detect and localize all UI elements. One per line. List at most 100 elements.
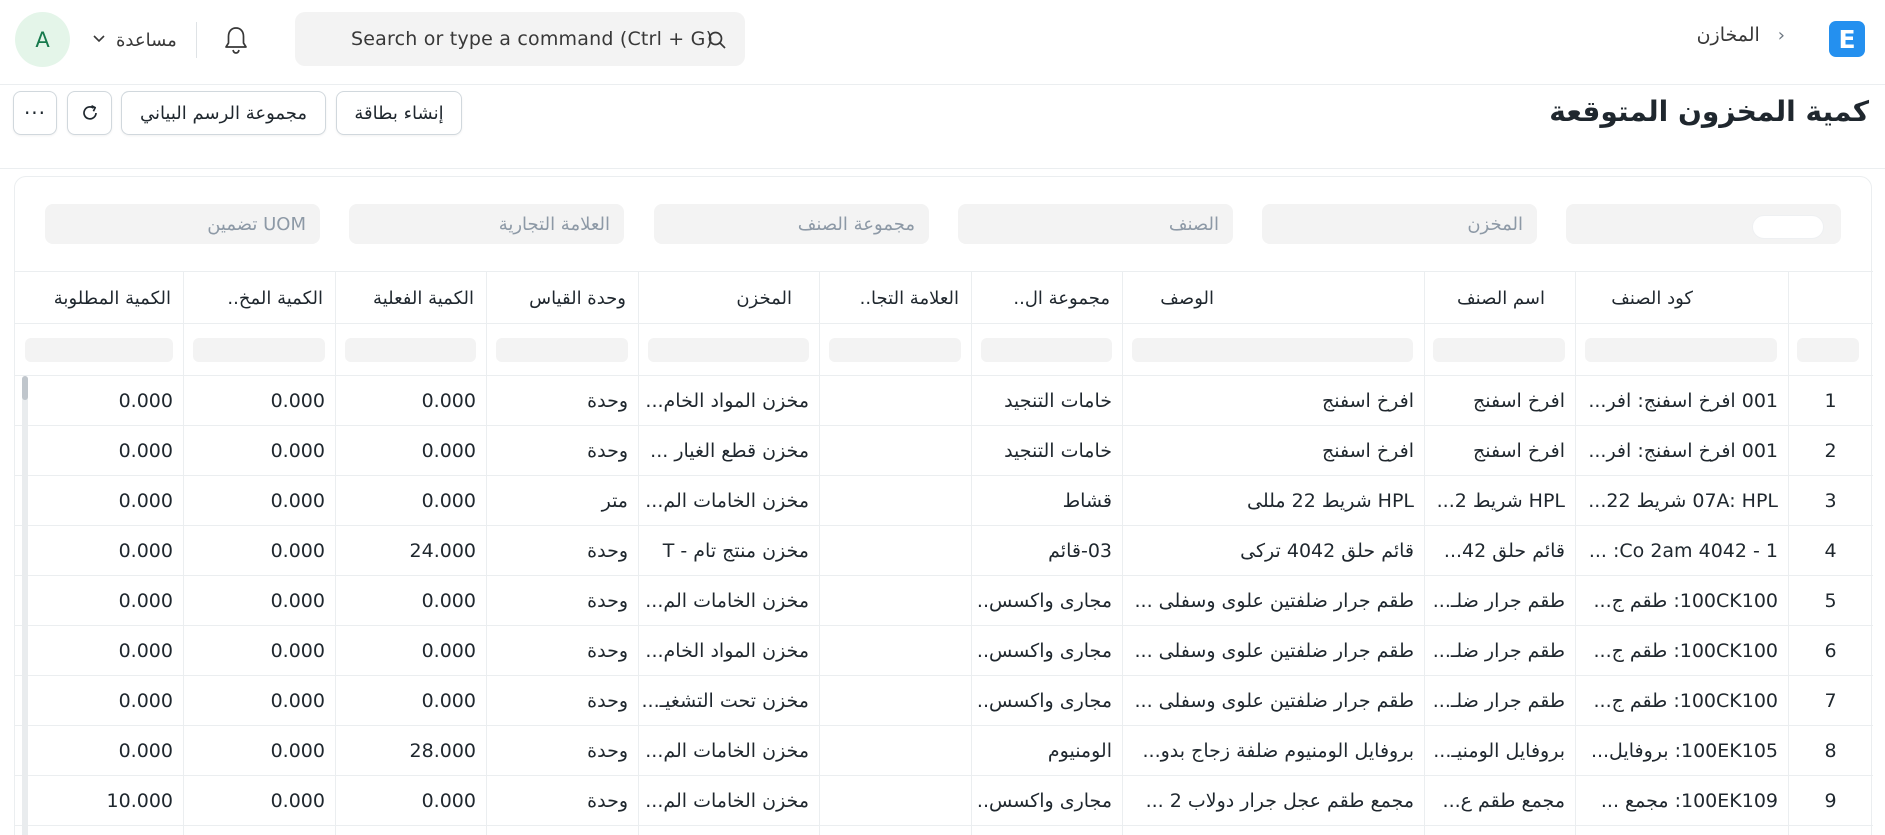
brand-filter[interactable]: العلامة التجارية — [349, 204, 624, 244]
cell-uom[interactable]: وحدة — [486, 676, 638, 726]
cell-uom[interactable]: وحدة — [486, 426, 638, 476]
cell-idx[interactable]: 7 — [1788, 676, 1873, 726]
column-header-actual-qty[interactable]: الكمية الفعلية — [335, 272, 486, 324]
cell-item-name[interactable]: HPL شريط 2... — [1424, 476, 1575, 526]
cell-item-name[interactable]: مجمع طقم ع... — [1424, 776, 1575, 826]
cell-uom[interactable]: وحدة — [486, 576, 638, 626]
cell-projected-qty[interactable]: 0.000 — [183, 626, 335, 676]
cell-brand[interactable] — [819, 726, 971, 776]
cell-warehouse[interactable]: مخزن المواد الخام... — [638, 376, 819, 426]
cell-description[interactable]: HPL شريط 22 مللى — [1122, 476, 1424, 526]
item-group-filter[interactable]: مجموعة الصنف — [654, 204, 929, 244]
cell-item-code[interactable]: 100CK100: طقم ج... — [1575, 626, 1788, 676]
cell-brand[interactable] — [819, 476, 971, 526]
cell-uom[interactable]: وحدة — [486, 726, 638, 776]
cell-brand[interactable] — [819, 426, 971, 476]
column-header-description[interactable]: الوصف — [1122, 272, 1424, 324]
cell-projected-qty[interactable]: 0.000 — [183, 376, 335, 426]
cell-uom[interactable]: متر — [486, 476, 638, 526]
cell-uom[interactable]: وحدة — [486, 526, 638, 576]
cell-item-code[interactable]: 100CK100: طقم ج... — [1575, 576, 1788, 626]
cell-item-name[interactable]: قائم حلق 42... — [1424, 526, 1575, 576]
cell-description[interactable]: افرخ اسفنج — [1122, 426, 1424, 476]
refresh-button[interactable] — [67, 91, 112, 135]
cell-item-group[interactable]: خامات التنجيد — [971, 376, 1122, 426]
cell-description[interactable]: طقم جرار ضلفتين علوى وسفلى ... — [1122, 676, 1424, 726]
scrollbar-thumb[interactable] — [22, 376, 28, 400]
cell-item-group[interactable]: مجارى واكسس.. — [971, 626, 1122, 676]
chart-group-button[interactable]: مجموعة الرسم البياني — [121, 91, 326, 135]
cell-idx[interactable]: 6 — [1788, 626, 1873, 676]
requested-qty-filter-input[interactable] — [25, 338, 173, 362]
cell-brand[interactable] — [819, 776, 971, 826]
cell-projected-qty[interactable]: 0.000 — [183, 426, 335, 476]
cell-description[interactable]: طقم جرار ضلفتين علوى وسفلى ... — [1122, 576, 1424, 626]
cell-warehouse[interactable]: مخزن الخامات الم... — [638, 726, 819, 776]
column-header-item-name[interactable]: اسم الصنف — [1424, 272, 1575, 324]
cell-projected-qty[interactable]: 0.000 — [183, 576, 335, 626]
cell-idx[interactable]: 8 — [1788, 726, 1873, 776]
warehouse-filter[interactable]: المخزن — [1262, 204, 1537, 244]
cell-description[interactable]: قائم حلق 4042 تركى — [1122, 526, 1424, 576]
search-bar[interactable]: Search or type a command (Ctrl + G) — [295, 12, 745, 66]
search-input[interactable]: Search or type a command (Ctrl + G) — [351, 28, 713, 50]
cell-warehouse[interactable]: مخزن تحت التشغيـ... — [638, 676, 819, 726]
cell-item-code[interactable]: 100EK105: بروفايل... — [1575, 726, 1788, 776]
help-dropdown[interactable]: مساعدة — [92, 26, 177, 54]
cell-item-name[interactable]: افرخ اسفنج — [1424, 426, 1575, 476]
cell-requested-qty[interactable]: 0.000 — [15, 576, 183, 626]
cell-warehouse[interactable]: مخزن الخامات الم... — [638, 776, 819, 826]
item-group-filter-input[interactable] — [981, 338, 1112, 362]
cell-warehouse[interactable]: مخزن الخامات الم... — [638, 576, 819, 626]
cell-requested-qty[interactable]: 0.000 — [15, 726, 183, 776]
column-header-item-code[interactable]: كود الصنف — [1575, 272, 1788, 324]
column-header-warehouse[interactable]: المخزن — [638, 272, 819, 324]
include-uom-filter[interactable]: تضمين UOM — [45, 204, 320, 244]
item-filter[interactable]: الصنف — [958, 204, 1233, 244]
projected-qty-filter-input[interactable] — [193, 338, 325, 362]
cell-item-group[interactable]: مجارى واكسس.. — [971, 676, 1122, 726]
cell-actual-qty[interactable]: 24.000 — [335, 526, 486, 576]
brand-filter-input[interactable] — [829, 338, 961, 362]
cell-actual-qty[interactable]: 0.000 — [335, 576, 486, 626]
cell-warehouse[interactable]: مخزن المواد الخام... — [638, 626, 819, 676]
cell-requested-qty[interactable]: 0.000 — [15, 426, 183, 476]
cell-actual-qty[interactable]: 28.000 — [335, 726, 486, 776]
cell-uom[interactable]: وحدة — [486, 626, 638, 676]
cell-projected-qty[interactable]: 0.000 — [183, 676, 335, 726]
cell-description[interactable]: افرخ اسفنج — [1122, 376, 1424, 426]
cell-actual-qty[interactable]: 0.000 — [335, 626, 486, 676]
cell-warehouse[interactable]: مخزن منتج تام - T — [638, 526, 819, 576]
cell-item-group[interactable]: مجارى واكسس.. — [971, 776, 1122, 826]
cell-item-code[interactable]: 07A: HPL شريط 22... — [1575, 476, 1788, 526]
cell-projected-qty[interactable]: 0.000 — [183, 526, 335, 576]
cell-projected-qty[interactable]: 0.000 — [183, 726, 335, 776]
cell-brand[interactable] — [819, 576, 971, 626]
cell-actual-qty[interactable]: 0.000 — [335, 476, 486, 526]
cell-uom[interactable]: وحدة — [486, 376, 638, 426]
breadcrumb-stock[interactable]: المخازن — [1697, 24, 1760, 46]
cell-item-group[interactable]: 03-قائم — [971, 526, 1122, 576]
cell-item-code[interactable]: 100CK100: طقم ج... — [1575, 676, 1788, 726]
app-logo[interactable]: E — [1829, 21, 1865, 57]
cell-idx[interactable]: 1 — [1788, 376, 1873, 426]
cell-actual-qty[interactable]: 0.000 — [335, 376, 486, 426]
create-card-button[interactable]: إنشاء بطاقة — [336, 91, 462, 135]
cell-item-code[interactable]: 1 - Co 2am 4042: ... — [1575, 526, 1788, 576]
cell-actual-qty[interactable]: 0.000 — [335, 776, 486, 826]
cell-item-name[interactable]: افرخ اسفنج — [1424, 376, 1575, 426]
column-header-requested-qty[interactable]: الكمية المطلوبة — [15, 272, 183, 324]
description-filter-input[interactable] — [1132, 338, 1413, 362]
cell-item-name[interactable]: طقم جرار ضلـ... — [1424, 676, 1575, 726]
cell-item-group[interactable]: خامات التنجيد — [971, 426, 1122, 476]
cell-item-code[interactable]: 001 افرخ اسفنج: افر... — [1575, 376, 1788, 426]
cell-idx[interactable]: 4 — [1788, 526, 1873, 576]
cell-description[interactable]: بروفايل الومنيوم ضلفة زجاج بدو... — [1122, 726, 1424, 776]
cell-actual-qty[interactable]: 0.000 — [335, 676, 486, 726]
avatar[interactable]: A — [15, 12, 70, 67]
item-code-filter-input[interactable] — [1585, 338, 1777, 362]
cell-requested-qty[interactable]: 0.000 — [15, 676, 183, 726]
cell-item-code[interactable]: 001 افرخ اسفنج: افر... — [1575, 426, 1788, 476]
cell-requested-qty[interactable]: 0.000 — [15, 376, 183, 426]
cell-warehouse[interactable]: مخزن الخامات الم... — [638, 476, 819, 526]
